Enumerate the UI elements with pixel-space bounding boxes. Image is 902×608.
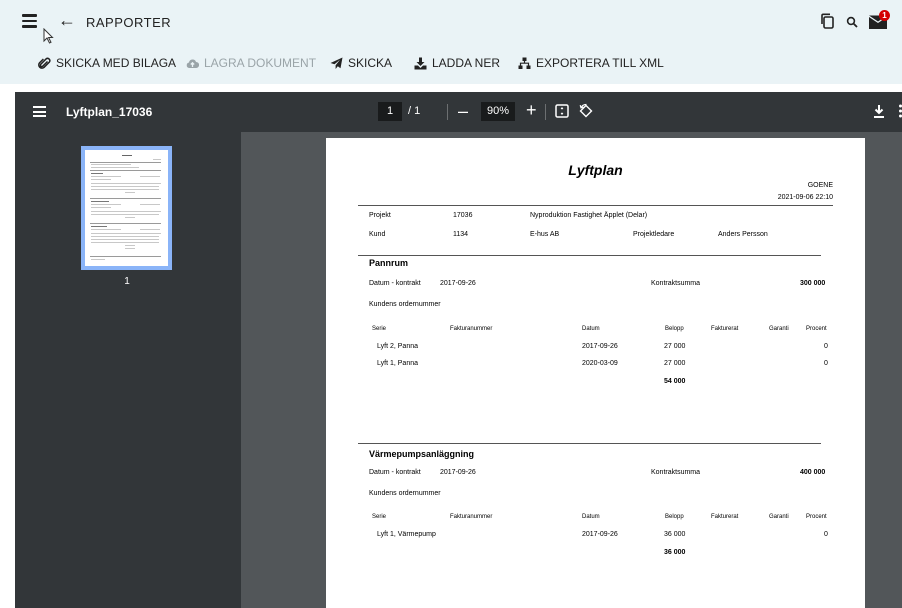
send-button[interactable]: SKICKA bbox=[330, 56, 392, 70]
document-title: Lyftplan bbox=[568, 162, 623, 178]
contract-date: 2017-09-26 bbox=[440, 280, 476, 287]
col-invoice: Fakturanummer bbox=[450, 326, 493, 332]
action-toolbar: SKICKA MED BILAGA LAGRA DOKUMENT SKICKA … bbox=[0, 44, 902, 84]
contract-sum-label: Kontraktsumma bbox=[651, 469, 701, 476]
project-name: Nyproduktion Fastighet Äpplet (Delar) bbox=[530, 212, 648, 219]
row-percent: 0 bbox=[824, 343, 828, 350]
row-amount: 36 000 bbox=[664, 531, 686, 538]
document-date: 2021-09-06 22:10 bbox=[777, 194, 833, 201]
page-number-input[interactable]: 1 bbox=[378, 102, 402, 121]
thumbnail-page-number: 1 bbox=[124, 276, 130, 287]
row-amount: 27 000 bbox=[664, 360, 686, 367]
customer-name: E-hus AB bbox=[530, 231, 560, 238]
col-invoice: Fakturanummer bbox=[450, 514, 493, 520]
mouse-pointer-icon bbox=[43, 28, 54, 44]
toolbar-divider bbox=[447, 104, 448, 120]
row-percent: 0 bbox=[824, 531, 828, 538]
section-total: 54 000 bbox=[664, 378, 686, 385]
divider bbox=[358, 443, 821, 444]
send-with-attachment-label: SKICKA MED BILAGA bbox=[56, 56, 177, 70]
row-percent: 0 bbox=[824, 360, 828, 367]
col-date: Datum bbox=[582, 514, 600, 520]
company-name: GOENE bbox=[807, 182, 833, 189]
col-serie: Serie bbox=[372, 514, 387, 520]
divider bbox=[358, 255, 821, 256]
search-icon[interactable] bbox=[846, 16, 858, 28]
paperclip-icon bbox=[38, 57, 51, 69]
row-date: 2020-03-09 bbox=[582, 360, 618, 367]
section-title: Pannrum bbox=[369, 258, 409, 268]
send-with-attachment-button[interactable]: SKICKA MED BILAGA bbox=[38, 56, 176, 70]
toolbar-divider bbox=[545, 104, 546, 120]
send-label: SKICKA bbox=[348, 56, 393, 70]
sitemap-icon bbox=[518, 57, 531, 69]
contract-sum: 400 000 bbox=[800, 469, 826, 476]
project-number: 17036 bbox=[453, 212, 473, 219]
pdf-filename: Lyftplan_17036 bbox=[66, 105, 153, 119]
save-document-label: LAGRA DOKUMENT bbox=[204, 56, 317, 70]
col-amount: Belopp bbox=[665, 326, 684, 332]
export-xml-button[interactable]: EXPORTERA TILL XML bbox=[518, 56, 664, 70]
col-date: Datum bbox=[582, 326, 600, 332]
col-invoiced: Fakturerat bbox=[711, 514, 739, 520]
pdf-toolbar: Lyftplan_17036 1 / 1 – 90% + bbox=[15, 92, 902, 132]
fit-to-page-icon[interactable] bbox=[555, 104, 569, 118]
col-invoiced: Fakturerat bbox=[711, 326, 739, 332]
order-number-label: Kundens ordernummer bbox=[369, 490, 441, 497]
title-row: ← RAPPORTER 1 bbox=[0, 0, 902, 44]
menu-icon[interactable] bbox=[22, 14, 37, 28]
thumbnail-sidebar: 1 bbox=[15, 132, 241, 608]
section-title: Värmepumpsanläggning bbox=[369, 449, 475, 459]
order-number-label: Kundens ordernummer bbox=[369, 301, 441, 308]
row-amount: 27 000 bbox=[664, 343, 686, 350]
row-date: 2017-09-26 bbox=[582, 343, 618, 350]
section-total: 36 000 bbox=[664, 549, 686, 556]
download-label: LADDA NER bbox=[432, 56, 501, 70]
download-button[interactable]: LADDA NER bbox=[414, 56, 500, 70]
zoom-level-input[interactable]: 90% bbox=[481, 102, 515, 121]
cloud-upload-icon bbox=[186, 58, 199, 68]
save-document-button[interactable]: LAGRA DOKUMENT bbox=[186, 56, 316, 70]
contract-sum-label: Kontraktsumma bbox=[651, 280, 701, 287]
customer-label: Kund bbox=[369, 231, 386, 238]
download-icon bbox=[414, 57, 427, 69]
app-header: ← RAPPORTER 1 SKICKA MED BILAGA LAGRA DO… bbox=[0, 0, 902, 84]
export-xml-label: EXPORTERA TILL XML bbox=[536, 56, 664, 70]
col-guarantee: Garanti bbox=[769, 326, 789, 332]
notification-badge: 1 bbox=[879, 10, 890, 21]
row-serie: Lyft 1, Panna bbox=[377, 360, 418, 367]
row-serie: Lyft 1, Värmepump bbox=[377, 531, 436, 538]
manager-label: Projektledare bbox=[633, 231, 675, 238]
app: ← RAPPORTER 1 SKICKA MED BILAGA LAGRA DO… bbox=[0, 0, 902, 608]
project-label: Projekt bbox=[369, 212, 391, 219]
zoom-in-icon[interactable]: + bbox=[526, 100, 537, 121]
sidebar-toggle-icon[interactable] bbox=[33, 106, 46, 117]
pdf-viewer: Lyftplan_17036 1 / 1 – 90% + 1 Lyftplan … bbox=[15, 92, 902, 608]
manager-name: Anders Persson bbox=[718, 231, 768, 238]
page-thumbnail[interactable] bbox=[81, 146, 172, 270]
send-icon bbox=[330, 57, 343, 69]
col-percent: Procent bbox=[806, 514, 827, 520]
rotate-icon[interactable] bbox=[578, 103, 594, 119]
copy-icon[interactable] bbox=[820, 13, 834, 29]
col-guarantee: Garanti bbox=[769, 514, 789, 520]
row-serie: Lyft 2, Panna bbox=[377, 343, 418, 350]
contract-date-label: Datum - kontrakt bbox=[369, 280, 421, 287]
contract-sum: 300 000 bbox=[800, 280, 826, 287]
divider bbox=[358, 205, 833, 206]
col-amount: Belopp bbox=[665, 514, 684, 520]
row-date: 2017-09-26 bbox=[582, 531, 618, 538]
back-arrow-icon[interactable]: ← bbox=[58, 11, 76, 29]
contract-date: 2017-09-26 bbox=[440, 469, 476, 476]
page-total: / 1 bbox=[408, 105, 421, 117]
col-serie: Serie bbox=[372, 326, 387, 332]
zoom-out-icon[interactable]: – bbox=[458, 101, 468, 122]
customer-number: 1134 bbox=[453, 231, 469, 238]
page-title: RAPPORTER bbox=[86, 15, 172, 30]
document-page: Lyftplan GOENE 2021-09-06 22:10 Projekt … bbox=[326, 138, 865, 608]
pdf-download-icon[interactable] bbox=[872, 104, 886, 119]
contract-date-label: Datum - kontrakt bbox=[369, 469, 421, 476]
col-percent: Procent bbox=[806, 326, 827, 332]
